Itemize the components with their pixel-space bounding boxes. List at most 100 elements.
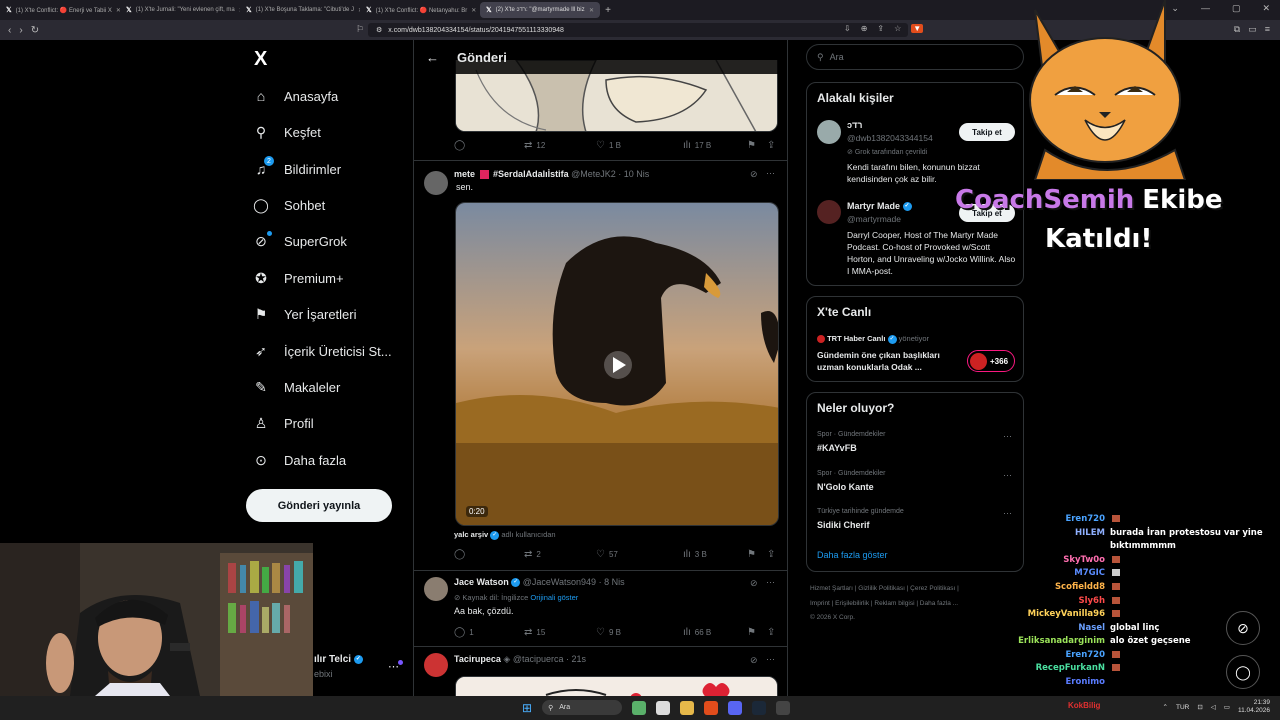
close-window-icon[interactable]: ✕ [1262,3,1270,14]
star-icon[interactable]: ☆ [894,24,901,33]
repost-button[interactable]: ⇄ 15 [524,627,596,638]
widgets-icon[interactable] [632,700,647,715]
sidebar-item-supergrok[interactable]: ⊘ SuperGrok [252,231,347,250]
close-icon[interactable]: ✕ [471,7,476,14]
grok-icon[interactable]: ⊘ [750,655,758,666]
author-handle[interactable]: @MeteJK2 [571,169,616,179]
grok-icon[interactable]: ⊘ [750,169,758,180]
steam-icon[interactable] [752,700,767,715]
avatar[interactable] [424,171,448,195]
footer-links[interactable]: Imprint | Erişilebilirlik | Reklam bilgi… [810,600,958,607]
author-name[interactable]: Jace Watson [454,577,509,587]
grok-icon[interactable]: ⊘ [750,578,758,589]
person-name[interactable]: Martyr Made ✓ [847,201,912,212]
author-name[interactable]: Tacirupeca [454,654,501,664]
more-icon[interactable]: ⋯ [766,168,775,179]
browser-tab[interactable]: 𝕏 (1) X'te Jurnali: "Yeni evlenen çift, m… [120,2,240,18]
show-more-link[interactable]: Daha fazla göster [817,550,888,560]
browser-tab-active[interactable]: 𝕏 (2) X'te ɔרד: "@martyrmade lll biz ✕ [480,2,600,18]
file-explorer-icon[interactable] [680,700,695,715]
more-icon[interactable]: ⋯ [1003,431,1012,442]
sidebar-item-notifications[interactable]: ♫ 2 Bildirimler [252,156,341,178]
volume-icon[interactable]: ◁ [1211,703,1216,711]
more-icon[interactable]: ⋯ [1003,470,1012,481]
like-button[interactable]: ♡ 1 B [596,140,683,151]
author-handle[interactable]: @JaceWatson949 [523,577,596,587]
wallet-icon[interactable]: ▭ [1248,24,1257,35]
maximize-icon[interactable]: ▢ [1232,3,1241,14]
live-listeners[interactable]: +366 [967,350,1015,372]
post-time[interactable]: 21s [572,654,587,664]
clock[interactable]: 21:39 11.04.2026 [1238,699,1270,715]
reply-button[interactable]: ◯ [454,140,524,151]
share-button[interactable]: ⇪ [767,627,775,638]
address-bar[interactable]: ⚙ x.com/dwb1382043341​54/status/20419475… [368,23,908,37]
browser-tab[interactable]: 𝕏 (1) X'te Conflict: 🔴 Enerji ve Tabii X ✕ [0,2,120,18]
zoom-icon[interactable]: ⊕ [861,24,868,33]
avatar[interactable] [817,200,841,224]
post-time[interactable]: 10 Nis [624,169,650,179]
sidebar-item-creator-studio[interactable]: ➶ İçerik Üreticisi St... [252,342,392,360]
post-button[interactable]: Gönderi yayınla [246,489,392,522]
follow-button[interactable]: Takip et [959,123,1015,141]
trend-name[interactable]: Sidiki Cherif [817,520,870,530]
browser-tab[interactable]: 𝕏(1) X'te Boşuna Taklama: "Cibuti'de J✕ [240,2,360,18]
forward-icon[interactable]: › [19,25,22,36]
post-time[interactable]: 8 Nis [604,577,625,587]
sidebar-item-profile[interactable]: ♙ Profil [252,414,314,432]
taskbar-search[interactable]: ⚲ Ara [542,700,623,715]
avatar[interactable] [424,653,448,677]
account-name[interactable]: ılır Telci ✓ [314,654,363,665]
menu-icon[interactable]: ≡ [1265,24,1270,35]
close-icon[interactable]: ✕ [589,7,594,14]
network-icon[interactable]: ⊡ [1197,703,1202,711]
avatar[interactable] [817,120,841,144]
trend-name[interactable]: #KAYvFB [817,443,857,453]
download-icon[interactable]: ⇩ [844,24,851,33]
sidebar-item-premium[interactable]: ✪ Premium+ [252,269,343,287]
video-player[interactable]: 0:20 [455,202,779,526]
views-button[interactable]: ılı 17 B [683,140,747,151]
post-image[interactable] [455,676,778,696]
language-indicator[interactable]: TUR [1176,704,1189,711]
like-button[interactable]: ♡ 9 B [596,627,683,638]
grok-float-button[interactable]: ⊘ [1226,611,1260,645]
person-name[interactable]: ɔרד [847,120,862,130]
sidebar-item-more[interactable]: ⊙ Daha fazla [252,451,346,469]
reply-button[interactable]: ◯ [454,549,524,560]
discord-icon[interactable] [728,700,743,715]
share-button[interactable]: ⇪ [767,140,775,151]
live-description[interactable]: Gündemin öne çıkan başlıkları uzman konu… [817,349,957,373]
footer-links[interactable]: Hizmet Şartları | Gizlilik Politikası | … [810,585,959,592]
account-menu-icon[interactable]: ⋯ [388,660,399,673]
bookmark-button[interactable]: ⚑ [747,140,767,151]
site-settings-icon[interactable]: ⚙ [376,26,382,34]
like-button[interactable]: ♡ 57 [596,549,683,560]
more-icon[interactable]: ⋯ [766,577,775,588]
brave-shield-icon[interactable]: ▼ [911,24,924,33]
person-handle[interactable]: @martyrmade [847,214,901,224]
bookmark-button[interactable]: ⚑ [747,627,767,638]
search-input[interactable]: ⚲ Ara [806,44,1024,70]
messages-float-button[interactable]: ◯ [1226,655,1260,689]
battery-icon[interactable]: ▭ [1224,703,1230,711]
browser-tab[interactable]: 𝕏 (1) X'te Conflict: 🔴 Netanyahu: Br ✕ [360,2,480,18]
repost-button[interactable]: ⇄ 12 [524,140,596,151]
share-button[interactable]: ⇪ [767,549,775,560]
sidebar-item-explore[interactable]: ⚲ Keşfet [252,123,321,141]
sidebar-item-bookmarks[interactable]: ⚑ Yer İşaretleri [252,305,357,323]
bookmark-page-icon[interactable]: ⚐ [356,24,364,35]
share-icon[interactable]: ⇪ [877,24,884,33]
windows-start-icon[interactable]: ⊞ [522,701,532,715]
sidebar-item-chat[interactable]: ◯ Sohbet [252,196,325,214]
tray-chevron-icon[interactable]: ⌃ [1163,703,1168,711]
x-logo[interactable]: X [254,48,267,71]
source-name[interactable]: yalc arşiv [454,530,488,539]
minimize-icon[interactable]: — [1201,3,1210,14]
author-name[interactable]: mete [454,169,475,179]
sidebar-item-articles[interactable]: ✎ Makaleler [252,378,340,396]
trend-name[interactable]: N'Golo Kante [817,482,874,492]
back-icon[interactable]: ‹ [8,25,11,36]
live-host[interactable]: TRT Haber Canlı ✓ yönetiyor [817,334,929,344]
repost-button[interactable]: ⇄ 2 [524,549,596,560]
